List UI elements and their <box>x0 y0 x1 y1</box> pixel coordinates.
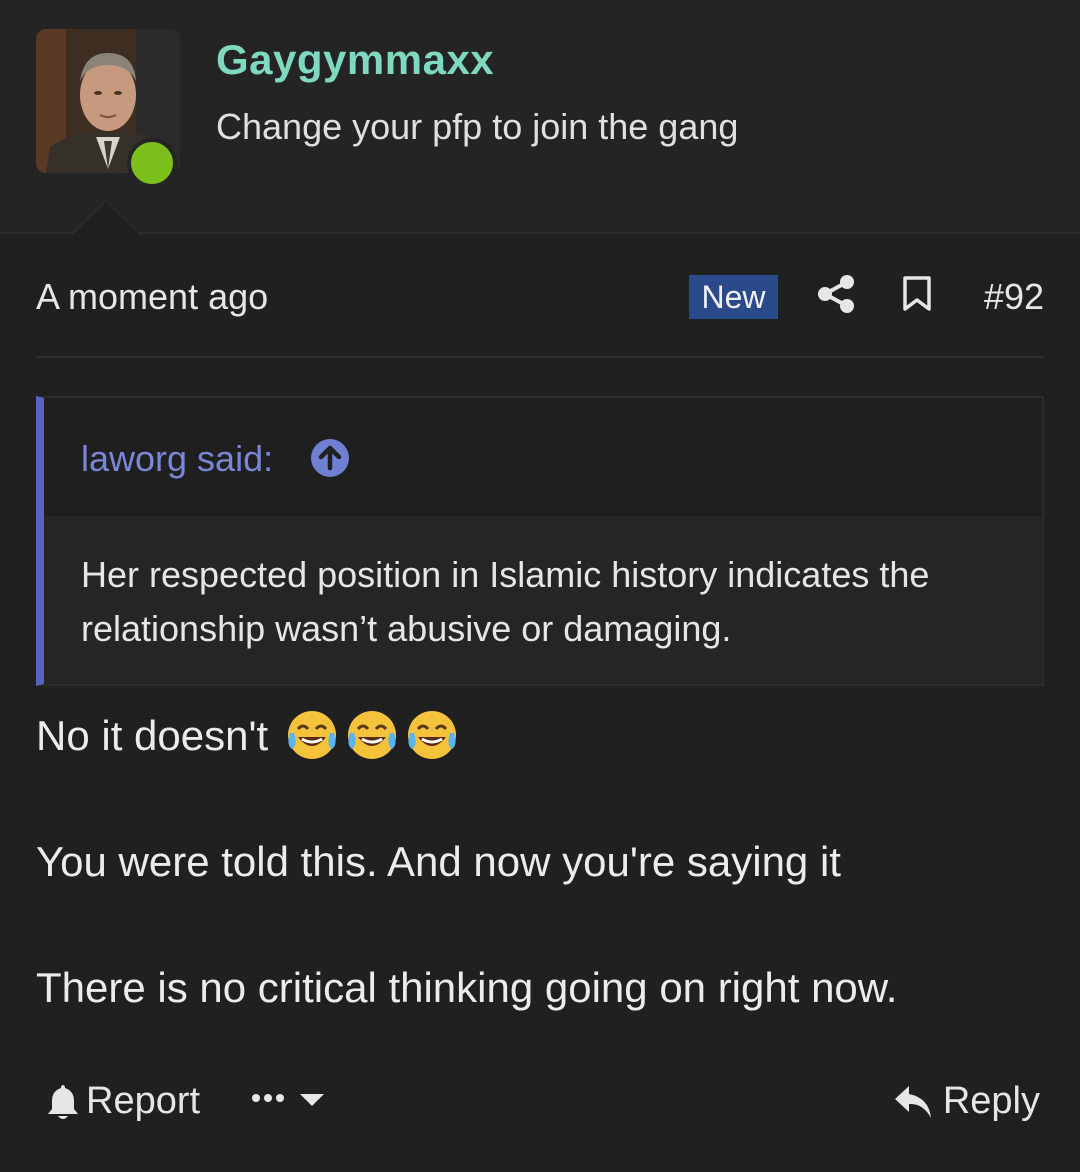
username[interactable]: Gaygymmaxx <box>216 36 494 84</box>
message-line: No it doesn't <box>36 710 460 763</box>
quote-header: laworg said: <box>44 398 1042 516</box>
post-meta: A moment ago New #92 <box>36 268 1044 328</box>
report-label: Report <box>86 1080 201 1122</box>
tears-of-joy-emoji-icon <box>407 710 456 759</box>
reply-icon <box>894 1085 931 1118</box>
bell-icon <box>48 1084 78 1119</box>
user-title: Change your pfp to join the gang <box>216 106 739 147</box>
post-number[interactable]: #92 <box>984 276 1044 318</box>
online-status-dot <box>127 138 177 188</box>
divider <box>36 356 1044 358</box>
tears-of-joy-emoji-icon <box>287 710 336 759</box>
more-options-icon <box>252 1094 324 1106</box>
post-header: Gaygymmaxx Change your pfp to join the g… <box>0 0 1080 234</box>
report-button[interactable]: Report <box>46 1080 200 1123</box>
header-pointer <box>72 202 140 235</box>
post-actions: Report Reply <box>36 1074 1044 1130</box>
quote-author[interactable]: laworg said: <box>81 438 273 480</box>
reply-button[interactable]: Reply <box>893 1080 1040 1123</box>
message-line: There is no critical thinking going on r… <box>36 964 898 1011</box>
bookmark-icon[interactable] <box>902 276 932 312</box>
tears-of-joy-emoji-icon <box>347 710 396 759</box>
share-icon[interactable] <box>816 274 856 314</box>
post-time[interactable]: A moment ago <box>36 276 268 318</box>
quote-text: Her respected position in Islamic histor… <box>81 554 930 649</box>
message-line: You were told this. And now you're sayin… <box>36 838 841 885</box>
new-badge: New <box>689 275 778 319</box>
more-options-button[interactable] <box>248 1078 328 1118</box>
jump-to-quote-icon[interactable] <box>310 438 350 478</box>
reply-label: Reply <box>942 1080 1040 1122</box>
message-text: No it doesn't <box>36 712 269 759</box>
quote-block: laworg said: Her respected position in I… <box>36 396 1044 686</box>
